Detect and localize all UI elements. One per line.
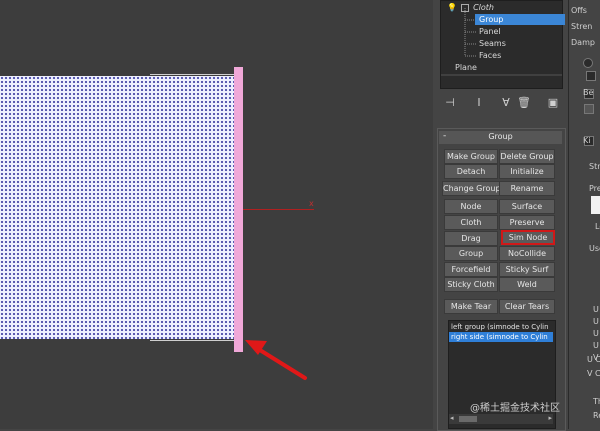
selected-vertex-column[interactable] (234, 67, 243, 352)
configure-modifier-sets-icon[interactable]: ▣ (546, 96, 560, 110)
horizontal-scrollbar[interactable]: ◂ ▸ (449, 414, 553, 424)
nocollide-button[interactable]: NoCollide (499, 246, 555, 261)
tree-connector-lines (441, 8, 562, 76)
surface-button[interactable]: Surface (499, 199, 555, 214)
gizmo-x-axis[interactable] (238, 209, 314, 210)
v-c-label: V C (587, 369, 600, 378)
pres-label: Pres (589, 184, 600, 193)
rollout-title: Group (488, 132, 513, 141)
command-panel: 💡 Cloth Group Panel Seams Faces Plane ⊣ … (433, 0, 568, 431)
weld-button[interactable]: Weld (499, 277, 555, 292)
offset-label: Offs (571, 6, 587, 15)
make-group-button[interactable]: Make Group (444, 149, 498, 164)
drag-button[interactable]: Drag (444, 231, 498, 246)
u-label: U (593, 317, 599, 326)
scroll-thumb[interactable] (459, 416, 477, 422)
checkbox[interactable] (584, 104, 594, 114)
cloth-button[interactable]: Cloth (444, 215, 498, 230)
be-label: Be (583, 88, 594, 97)
lo-label: Lo (595, 222, 600, 231)
cloth-plane-mesh[interactable] (0, 76, 238, 339)
modifier-stack[interactable]: 💡 Cloth Group Panel Seams Faces Plane (440, 0, 565, 89)
change-group-button[interactable]: Change Group (442, 181, 500, 196)
viewport[interactable]: x y (0, 0, 433, 429)
node-button[interactable]: Node (444, 199, 498, 214)
th-label: Th (593, 397, 600, 406)
preserve-button[interactable]: Preserve (499, 215, 555, 230)
strength-label: Stren (571, 22, 593, 31)
ki-label: Ki (583, 136, 591, 145)
rename-button[interactable]: Rename (499, 181, 555, 196)
radio-button[interactable] (583, 58, 593, 68)
u-c-label: U C (587, 355, 600, 364)
u-label: U (593, 341, 599, 350)
scroll-right-icon[interactable]: ▸ (548, 414, 552, 422)
damping-label: Damp (571, 38, 595, 47)
checkbox[interactable] (586, 71, 596, 81)
adjacent-panel-strip: Offs Stren Damp Be Ki Stre Pres Lo Use U… (568, 0, 600, 429)
show-end-result-icon[interactable]: Ⅰ (472, 96, 486, 110)
re-label: Re (593, 411, 600, 420)
cloth-top-edge (150, 74, 238, 75)
group-button[interactable]: Group (444, 246, 498, 261)
initialize-button[interactable]: Initialize (499, 164, 555, 179)
cloth-bottom-edge (150, 340, 238, 341)
sticky-surf-button[interactable]: Sticky Surf (499, 262, 555, 277)
list-item-selected[interactable]: right side (simnode to Cylin (449, 332, 553, 342)
forcefield-button[interactable]: Forcefield (444, 262, 498, 277)
make-unique-icon[interactable]: ∀ (499, 96, 513, 110)
delete-group-button[interactable]: Delete Group (499, 149, 555, 164)
u-label: U (593, 329, 599, 338)
detach-button[interactable]: Detach (444, 164, 498, 179)
make-tear-button[interactable]: Make Tear (444, 299, 498, 314)
scroll-left-icon[interactable]: ◂ (450, 414, 454, 422)
stack-toolbar: ⊣ Ⅰ ∀ 🗑 ▣ (443, 96, 559, 112)
sticky-cloth-button[interactable]: Sticky Cloth (444, 277, 498, 292)
watermark: @稀土掘金技术社区 (470, 403, 560, 414)
red-arrow-annotation (245, 340, 307, 380)
u-label: U (593, 305, 599, 314)
group-rollout-header[interactable]: - Group (439, 131, 562, 144)
color-swatch[interactable] (591, 196, 600, 214)
stre-label: Stre (589, 162, 600, 171)
remove-modifier-icon[interactable]: 🗑 (517, 96, 531, 110)
axis-x-label: x (309, 199, 314, 208)
pin-stack-icon[interactable]: ⊣ (443, 96, 457, 110)
sim-node-button[interactable]: Sim Node (501, 230, 555, 245)
clear-tears-button[interactable]: Clear Tears (499, 299, 555, 314)
use-label: Use (589, 244, 600, 253)
list-item[interactable]: left group (simnode to Cylin (449, 322, 553, 332)
